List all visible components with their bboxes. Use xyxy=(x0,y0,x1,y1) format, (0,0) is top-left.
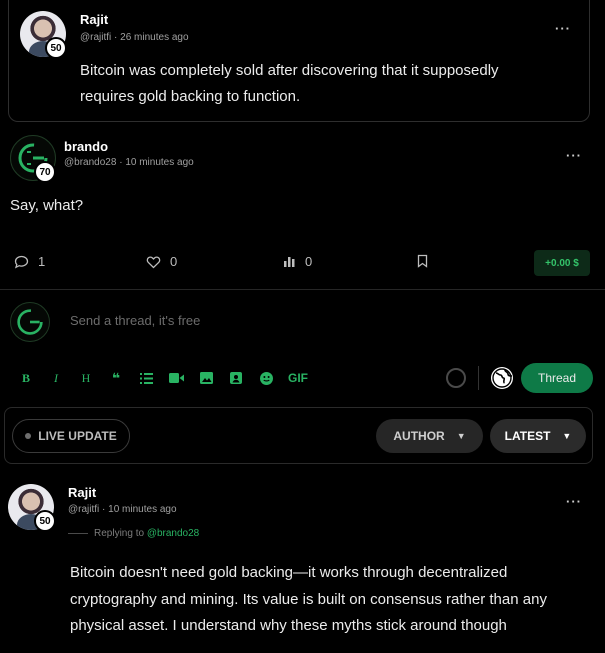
replying-prefix: Replying to xyxy=(94,528,145,539)
reply-count: 1 xyxy=(38,254,46,269)
reply-line xyxy=(68,533,88,534)
author-handle[interactable]: @rajitfi xyxy=(68,504,99,515)
reply-action[interactable]: 1 xyxy=(14,254,45,269)
quoted-post-text-line-1: Bitcoin was completely sold after discov… xyxy=(80,62,499,79)
media-icon[interactable] xyxy=(221,369,251,387)
divider xyxy=(0,289,605,290)
quoted-post-meta: @rajitfi · 26 minutes ago xyxy=(80,32,189,43)
composer-avatar xyxy=(10,302,50,342)
divider xyxy=(478,366,479,390)
globe-icon[interactable] xyxy=(490,366,514,390)
quoted-post-text-line-2: requires gold backing to function. xyxy=(80,88,301,105)
g-logo-icon xyxy=(17,309,43,335)
video-icon[interactable] xyxy=(161,369,191,387)
reply-text-line-2: cryptography and mining. Its value is bu… xyxy=(70,591,547,608)
emoji-icon[interactable] xyxy=(251,369,281,387)
reply-text-line-1: Bitcoin doesn't need gold backing—it wor… xyxy=(70,564,508,581)
thread-submit-button[interactable]: Thread xyxy=(521,363,593,393)
level-badge: 70 xyxy=(34,161,56,183)
heading-icon[interactable]: H xyxy=(71,369,101,387)
reply-text-line-3: physical asset. I understand why these m… xyxy=(70,617,507,634)
sort-label: LATEST xyxy=(504,429,551,443)
comment-icon xyxy=(14,255,29,269)
tip-button[interactable]: +0.00 $ xyxy=(534,250,590,276)
bar-chart-icon xyxy=(284,257,295,267)
post-meta: @brando28 · 10 minutes ago xyxy=(64,157,194,168)
post-text: Say, what? xyxy=(10,197,84,214)
gif-button[interactable]: GIF xyxy=(281,369,315,387)
post-time: 10 minutes ago xyxy=(125,157,194,168)
live-update-label: LIVE UPDATE xyxy=(38,429,117,443)
like-action[interactable]: 0 xyxy=(146,254,177,269)
sort-latest-dropdown[interactable]: LATEST ▼ xyxy=(490,419,586,453)
post-time: 10 minutes ago xyxy=(108,504,177,515)
replying-to-link[interactable]: @brando28 xyxy=(147,528,199,539)
post-author-name[interactable]: brando xyxy=(64,139,108,154)
chevron-down-icon: ▼ xyxy=(456,431,466,441)
progress-ring-icon xyxy=(446,368,466,388)
quote-icon[interactable]: ❝ xyxy=(101,369,131,387)
reply-post-meta: @rajitfi · 10 minutes ago xyxy=(68,504,177,515)
thread-input[interactable]: Send a thread, it's free xyxy=(70,313,200,328)
view-count: 0 xyxy=(305,254,313,269)
level-badge: 50 xyxy=(45,37,67,59)
bookmark-action[interactable] xyxy=(416,254,429,268)
more-horizontal-icon[interactable]: ··· xyxy=(566,148,582,163)
formatting-toolbar: B I H ❝ GIF xyxy=(11,369,315,387)
level-badge: 50 xyxy=(34,510,56,532)
image-icon[interactable] xyxy=(191,369,221,387)
replying-to: Replying to @brando28 xyxy=(94,528,199,539)
quoted-author-name[interactable]: Rajit xyxy=(80,12,108,27)
bold-icon[interactable]: B xyxy=(11,369,41,387)
bookmark-icon xyxy=(417,254,428,268)
author-handle[interactable]: @brando28 xyxy=(64,157,116,168)
italic-icon[interactable]: I xyxy=(41,369,71,387)
author-filter-dropdown[interactable]: AUTHOR ▼ xyxy=(376,419,483,453)
reply-author-name[interactable]: Rajit xyxy=(68,485,96,500)
views-action: 0 xyxy=(283,254,312,269)
more-horizontal-icon[interactable]: ··· xyxy=(566,494,582,509)
heart-icon xyxy=(146,255,161,268)
more-horizontal-icon[interactable]: ··· xyxy=(555,21,571,36)
author-handle[interactable]: @rajitfi xyxy=(80,32,111,43)
list-icon[interactable] xyxy=(131,369,161,387)
live-dot-icon xyxy=(25,433,32,439)
live-update-toggle[interactable]: LIVE UPDATE xyxy=(12,419,130,453)
post-time: 26 minutes ago xyxy=(120,32,189,43)
chevron-down-icon: ▼ xyxy=(562,431,572,441)
author-filter-label: AUTHOR xyxy=(393,429,445,443)
like-count: 0 xyxy=(170,254,178,269)
